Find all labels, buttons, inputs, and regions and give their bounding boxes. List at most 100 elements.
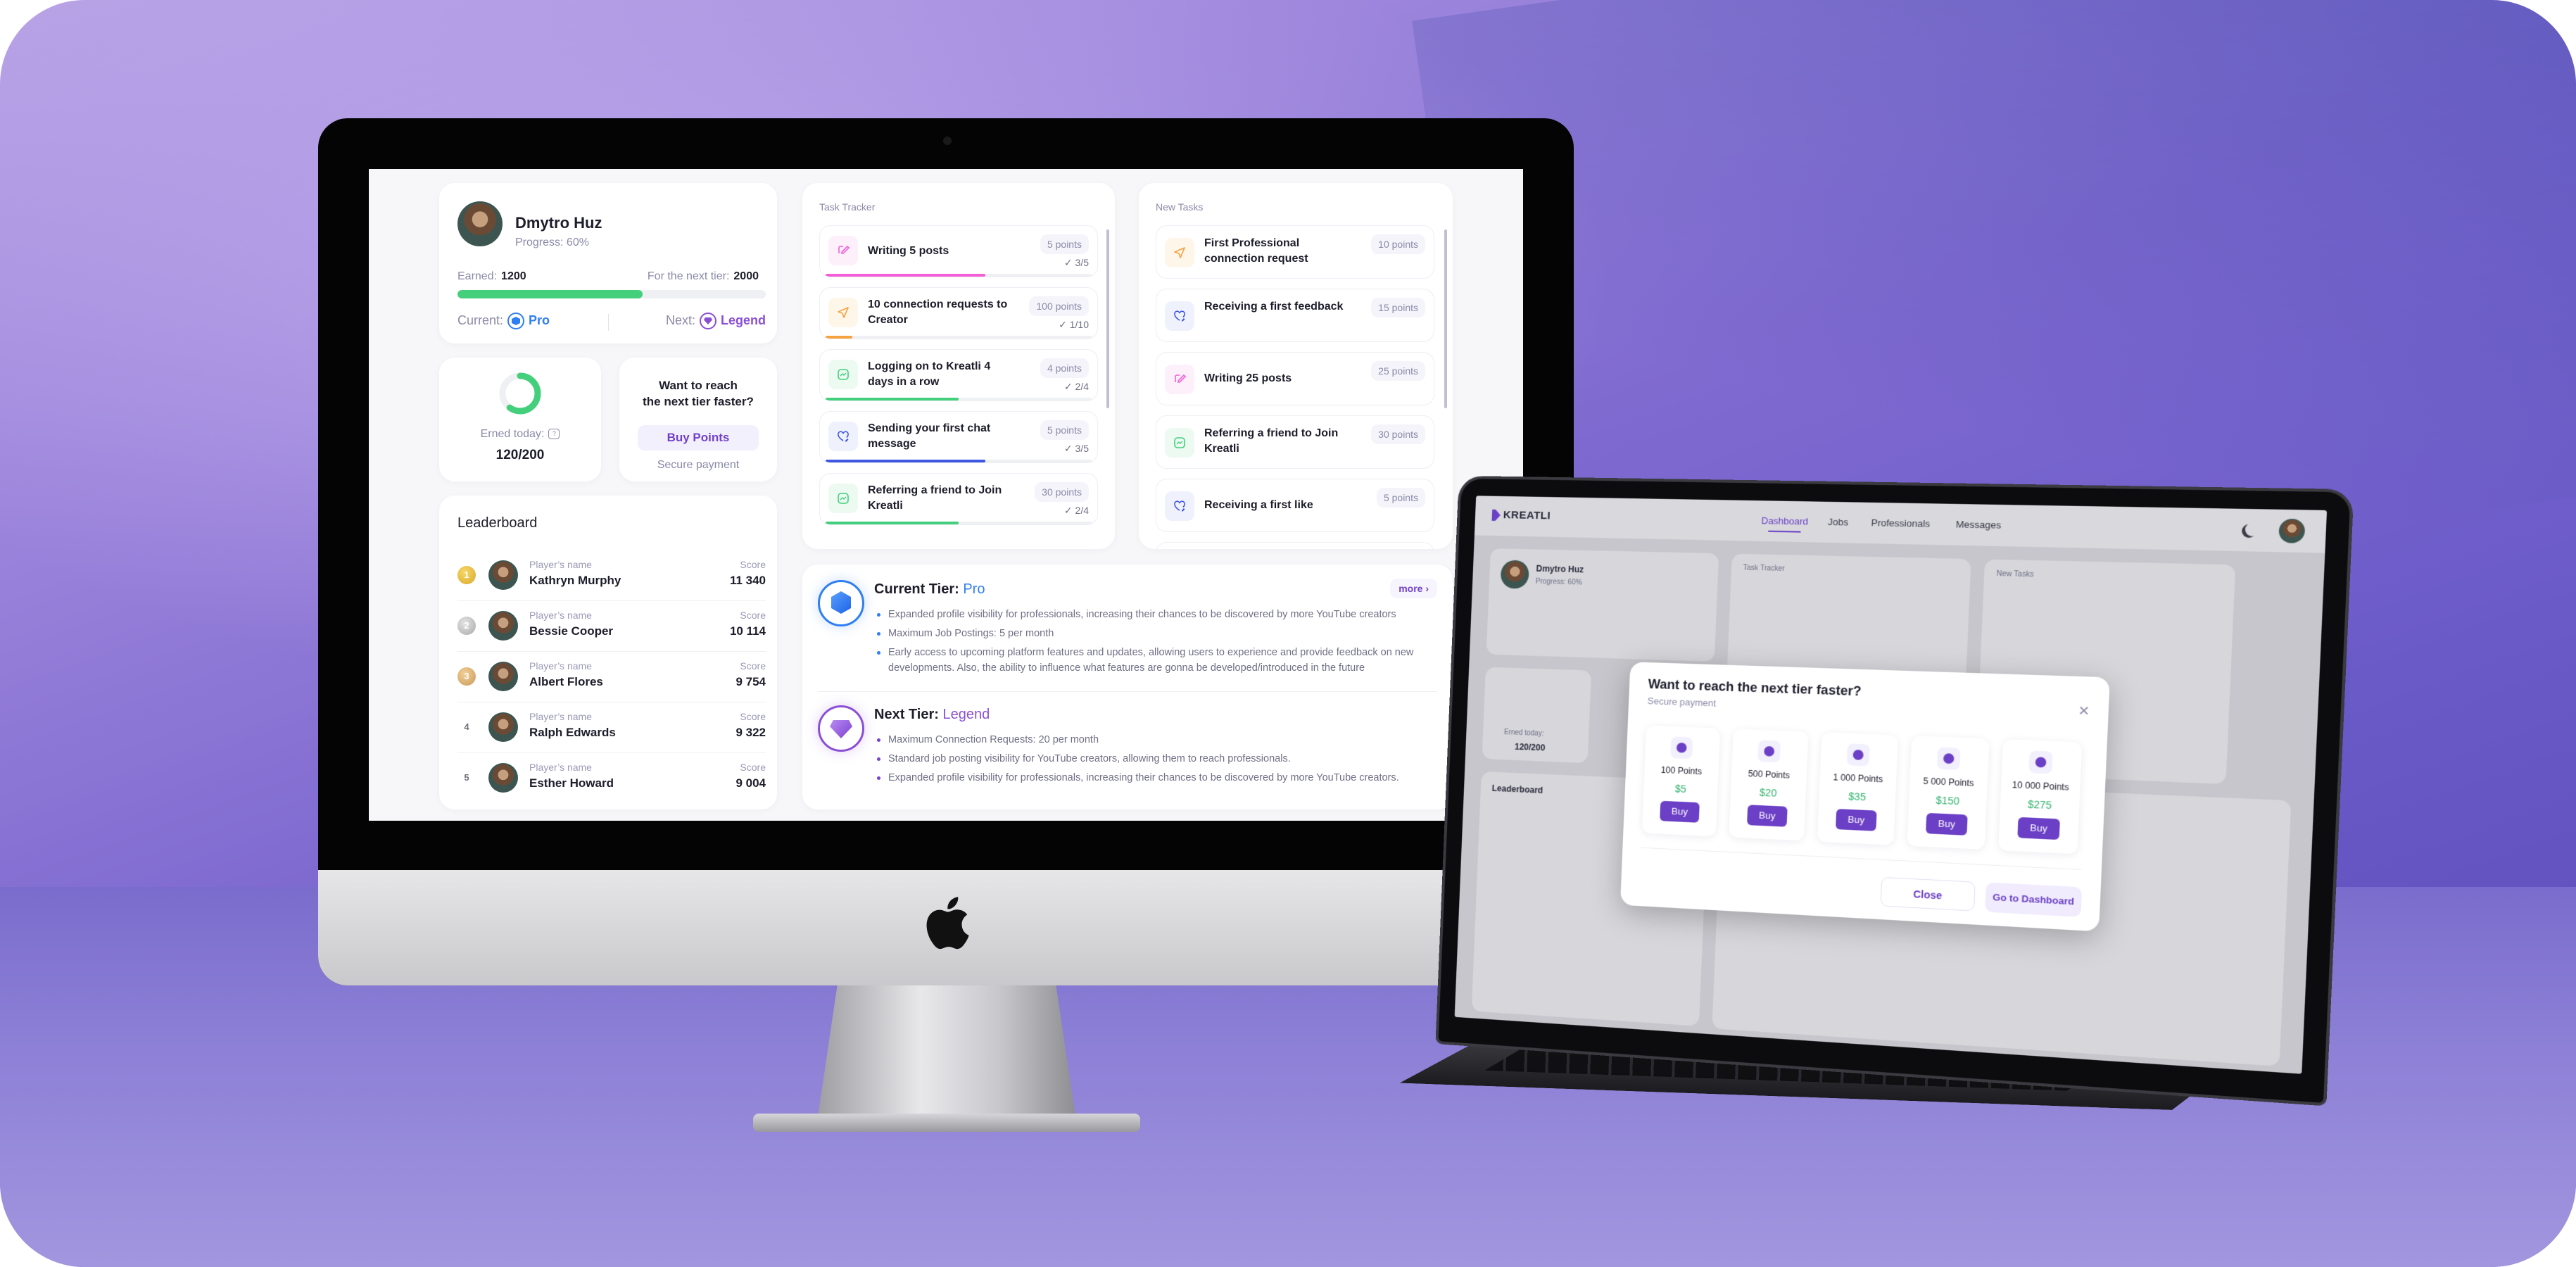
buy-button[interactable]: Buy — [1926, 812, 1968, 836]
help-icon[interactable]: ? — [548, 429, 560, 440]
task-item[interactable]: Receiving a first like 5 points — [1156, 479, 1434, 532]
nav-professionals[interactable]: Professionals — [1871, 517, 1930, 529]
leaderboard-row[interactable]: 5 Player’s name Esther Howard Score 9 004 — [457, 753, 766, 804]
task-progress-bar — [826, 398, 1092, 401]
leaderboard-row[interactable]: 1 Player’s name Kathryn Murphy Score 11 340 — [457, 550, 766, 601]
task-count-value: 3/5 — [1075, 443, 1089, 454]
task-icon-tile — [1165, 238, 1194, 267]
task-item[interactable]: Referring a friend to Join Kreatli 30 poi… — [819, 473, 1098, 525]
package-price: $150 — [1936, 794, 1960, 807]
tier-progress-bar — [457, 290, 766, 298]
rank-medal-icon: 3 — [457, 667, 476, 686]
new-tasks-scrollbar[interactable] — [1444, 229, 1447, 408]
score-label: Score — [740, 711, 766, 722]
package-price: $20 — [1759, 786, 1777, 799]
nav-user-avatar[interactable] — [2278, 518, 2306, 544]
kreatli-logo[interactable]: KREATLI — [1492, 509, 1551, 522]
rank-number: 5 — [464, 772, 469, 783]
laptop-screen: KREATLI Dashboard Jobs Professionals Mes… — [1454, 496, 2328, 1074]
benefit-item: Early access to upcoming platform featur… — [876, 645, 1439, 676]
laptop-earned-today-value: 120/200 — [1514, 741, 1546, 753]
task-item[interactable]: Writing 100 posts100 points — [1156, 542, 1434, 549]
task-points-badge: 10 points — [1371, 234, 1425, 254]
task-icon-tile — [828, 298, 858, 327]
leaderboard-title: Leaderboard — [457, 515, 538, 531]
player-name: Albert Flores — [529, 675, 603, 688]
buy-question: Want to reach the next tier faster? — [619, 377, 777, 410]
dark-mode-moon-icon[interactable] — [2244, 522, 2259, 536]
player-name: Bessie Cooper — [529, 624, 614, 638]
task-points-badge: 5 points — [1040, 234, 1089, 254]
task-icon-tile — [828, 360, 858, 389]
points-package-card: 10 000 Points $275 Buy — [1998, 739, 2083, 855]
more-button[interactable]: more › — [1390, 579, 1437, 598]
buy-button[interactable]: Buy — [1747, 805, 1788, 827]
task-icon-tile — [1165, 428, 1194, 458]
task-points-badge: 30 points — [1371, 424, 1425, 444]
buy-button[interactable]: Buy — [1835, 809, 1877, 831]
next-tier-label-text: Next: — [665, 313, 695, 327]
points-package-card: 5 000 Points $150 Buy — [1907, 736, 1990, 850]
task-progress-bar — [826, 460, 1092, 462]
task-item[interactable]: Receiving a first feedback 15 points — [1156, 289, 1434, 342]
next-tier-heading: Next Tier: Legend — [874, 707, 990, 723]
buy-points-button[interactable]: Buy Points — [638, 425, 759, 450]
check-icon: ✓ — [1063, 505, 1073, 516]
task-item[interactable]: Referring a friend to Join Kreatli 30 poi… — [1156, 415, 1434, 469]
nav-messages[interactable]: Messages — [1955, 519, 2001, 531]
earned-today-value: 120/200 — [495, 448, 545, 462]
current-tier-heading: Current Tier: Pro — [874, 581, 985, 598]
task-tracker-scrollbar[interactable] — [1106, 229, 1109, 408]
task-progress-count: ✓ 3/5 — [1064, 257, 1089, 269]
legend-tier-icon — [699, 313, 716, 329]
leaderboard-row[interactable]: 4 Player’s name Ralph Edwards Score 9 322 — [457, 702, 766, 753]
buy-button[interactable]: Buy — [1660, 800, 1700, 823]
pro-hexagon-icon — [818, 580, 864, 626]
user-avatar[interactable] — [457, 201, 503, 246]
task-name: Referring a friend to Join Kreatli — [868, 484, 1002, 512]
laptop-leaderboard-title: Leaderboard — [1491, 783, 1543, 796]
imac-stand — [816, 985, 1077, 1126]
task-progress-bar — [826, 522, 1092, 524]
task-name: Writing 25 posts — [1204, 372, 1292, 384]
legend-diamond-icon — [818, 705, 864, 752]
task-count-value: 1/10 — [1069, 319, 1089, 330]
tier-progress-fill — [457, 290, 643, 298]
task-item[interactable]: Writing 5 posts 5 points ✓ 3/5 — [819, 225, 1098, 277]
chart-icon — [1174, 437, 1185, 448]
next-tier-points: For the next tier: 2000 — [648, 270, 759, 283]
imac-screen: Dmytro Huz Progress: 60% Earned: 1200 For… — [369, 169, 1523, 821]
task-progress-fill — [826, 522, 959, 524]
close-icon[interactable]: ✕ — [2078, 703, 2090, 719]
nav-jobs[interactable]: Jobs — [1828, 517, 1849, 528]
task-progress-fill — [826, 398, 959, 401]
divider — [608, 314, 609, 331]
laptop-progress-label: Progress: 60% — [1535, 577, 1582, 587]
leaderboard-row[interactable]: 3 Player’s name Albert Flores Score 9 754 — [457, 652, 766, 702]
task-item[interactable]: Writing 25 posts 25 points — [1156, 352, 1434, 405]
check-icon: ✓ — [1059, 319, 1067, 330]
task-progress-count: ✓ 2/4 — [1064, 505, 1089, 517]
laptop-user-name: Dmytro Huz — [1536, 563, 1584, 575]
task-item[interactable]: Logging on to Kreatli 4 days in a row 4 p… — [819, 349, 1098, 401]
close-button[interactable]: Close — [1880, 876, 1976, 912]
task-icon-tile — [1165, 491, 1194, 521]
buy-button[interactable]: Buy — [2017, 817, 2060, 840]
nav-dashboard[interactable]: Dashboard — [1761, 515, 1808, 527]
current-tier-benefits: Expanded profile visibility for professi… — [876, 607, 1439, 679]
task-item[interactable]: Sending your first chat message 5 points ✓… — [819, 411, 1098, 463]
laptop: KREATLI Dashboard Jobs Professionals Mes… — [1450, 478, 2351, 1098]
player-name: Kathryn Murphy — [529, 574, 621, 587]
earned-label: Earned: — [457, 270, 498, 282]
task-progress-fill — [826, 460, 985, 462]
apple-logo-icon — [926, 897, 969, 950]
edit-icon — [838, 245, 850, 254]
task-item[interactable]: 10 connection requests to Creator 100 poi… — [819, 287, 1098, 339]
task-item[interactable]: First Professional connection request 10 … — [1156, 225, 1434, 279]
more-label: more — [1399, 583, 1423, 594]
go-to-dashboard-button[interactable]: Go to Dashboard — [1985, 882, 2083, 917]
next-tier: Next: Legend — [666, 313, 766, 329]
leaderboard-row[interactable]: 2 Player’s name Bessie Cooper Score 10 114 — [457, 601, 766, 652]
tiers-card: Current Tier: Pro more › Expanded profil… — [802, 565, 1453, 809]
player-score: 9 322 — [735, 726, 766, 739]
